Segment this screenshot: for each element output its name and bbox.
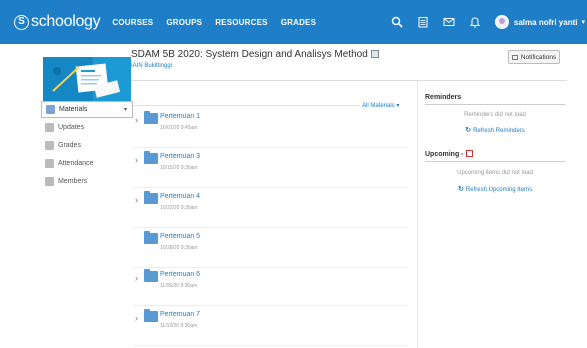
folder-item[interactable]: › Pertemuan 3 10/15/20 9:30am (133, 148, 408, 188)
user-name[interactable]: salma nofri yanti (514, 18, 578, 27)
chevron-right-icon[interactable]: › (135, 273, 138, 283)
search-icon[interactable] (391, 16, 403, 28)
folder-title[interactable]: Pertemuan 1 (160, 113, 200, 120)
chevron-down-icon[interactable]: ▾ (581, 18, 585, 26)
folder-title[interactable]: Pertemuan 3 (160, 153, 200, 160)
course-image (43, 57, 131, 101)
top-navigation-bar: S schoology COURSES GROUPS RESOURCES GRA… (0, 0, 587, 44)
left-nav-members-label: Members (58, 177, 88, 185)
folder-icon (144, 309, 158, 322)
folder-icon (144, 151, 158, 164)
upcoming-message: Upcoming items did not load (457, 170, 533, 176)
calendar-icon[interactable] (417, 16, 429, 28)
folder-title[interactable]: Pertemuan 5 (160, 233, 200, 240)
notifications-button[interactable]: Notifications (508, 50, 560, 64)
reminders-divider (425, 104, 565, 105)
notification-icon (511, 54, 518, 60)
refresh-reminders-label: Refresh Reminders (473, 128, 525, 134)
chevron-down-icon[interactable]: ▾ (124, 106, 127, 113)
folder-item[interactable]: › Pertemuan 4 10/22/20 9:30am (133, 188, 408, 228)
avatar[interactable] (494, 15, 509, 29)
nav-grades[interactable]: GRADES (281, 18, 316, 27)
upcoming-heading: Upcoming - (425, 150, 473, 158)
updates-icon (45, 122, 54, 132)
upcoming-divider (425, 161, 565, 162)
course-school-link[interactable]: IAIN Bukittinggi (131, 63, 172, 69)
folder-icon (144, 231, 158, 244)
folder-item[interactable]: › Pertemuan 7 11/12/20 9:30am (133, 306, 408, 346)
chevron-right-icon[interactable]: › (135, 313, 138, 323)
mail-icon[interactable] (443, 16, 455, 28)
grades-icon (45, 140, 54, 150)
main-nav: COURSES GROUPS RESOURCES GRADES (112, 18, 329, 27)
reminders-heading: Reminders (425, 94, 462, 101)
refresh-upcoming-link[interactable]: ↻ Refresh Upcoming Items (425, 185, 565, 193)
folder-icon (144, 269, 158, 282)
folder-date: 11/12/20 9:30am (160, 323, 198, 329)
page-title: SDAM 5B 2020: System Design and Analisys… (131, 49, 379, 60)
course-title-text: SDAM 5B 2020: System Design and Analisys… (131, 49, 368, 60)
folder-item[interactable]: › Pertemuan 1 10/01/20 9:45am (133, 108, 408, 148)
schoology-logo[interactable]: S schoology (14, 13, 101, 31)
left-nav-grades[interactable]: Grades (41, 136, 133, 154)
left-nav-materials[interactable]: Materials ▾ (41, 101, 133, 118)
folder-icon (144, 111, 158, 124)
notifications-button-label: Notifications (520, 53, 557, 61)
chevron-right-icon[interactable]: › (135, 155, 138, 165)
folder-date: 10/22/20 9:30am (160, 205, 198, 211)
header-divider (131, 80, 567, 81)
upcoming-heading-text: Upcoming - (425, 151, 464, 158)
left-nav-updates[interactable]: Updates (41, 118, 133, 136)
edit-icon[interactable] (370, 50, 379, 58)
calendar-icon[interactable] (465, 150, 473, 157)
refresh-reminders-link[interactable]: ↻ Refresh Reminders (425, 126, 565, 134)
nav-groups[interactable]: GROUPS (166, 18, 202, 27)
top-icons: salma nofri yanti ▾ (391, 0, 587, 44)
course-left-nav: Materials ▾ Updates Grades Attendance Me… (41, 101, 133, 190)
left-nav-materials-label: Materials (59, 106, 88, 113)
materials-header-line (133, 105, 359, 106)
chevron-right-icon[interactable]: › (135, 195, 138, 205)
folder-title[interactable]: Pertemuan 7 (160, 311, 200, 318)
refresh-upcoming-label: Refresh Upcoming Items (465, 187, 532, 193)
members-icon (45, 176, 54, 186)
folder-item[interactable]: › Pertemuan 6 11/05/20 9:30am (133, 266, 408, 306)
folder-item[interactable]: Pertemuan 5 10/28/20 9:30am (133, 228, 408, 268)
folder-date: 10/28/20 9:30am (160, 245, 198, 251)
left-nav-members[interactable]: Members (41, 172, 133, 190)
logo-text: schoology (31, 13, 101, 30)
bell-icon[interactable] (469, 16, 481, 28)
logo-mark-icon: S (14, 14, 29, 30)
course-illustration (43, 57, 131, 101)
folder-title[interactable]: Pertemuan 6 (160, 271, 200, 278)
column-divider (417, 81, 418, 348)
refresh-icon: ↻ (458, 186, 464, 193)
nav-resources[interactable]: RESOURCES (215, 18, 267, 27)
attendance-icon (45, 158, 54, 168)
folder-date: 10/15/20 9:30am (160, 165, 198, 171)
folder-icon (144, 191, 158, 204)
folder-date: 11/05/20 9:30am (160, 283, 198, 289)
folder-title[interactable]: Pertemuan 4 (160, 193, 200, 200)
left-nav-grades-label: Grades (58, 141, 81, 149)
chevron-right-icon[interactable]: › (135, 115, 138, 125)
reminders-message: Reminders did not load (464, 112, 526, 118)
left-nav-attendance[interactable]: Attendance (41, 154, 133, 172)
left-nav-updates-label: Updates (58, 123, 85, 131)
left-nav-attendance-label: Attendance (58, 159, 94, 167)
folder-date: 10/01/20 9:45am (160, 125, 198, 131)
refresh-icon: ↻ (465, 127, 472, 134)
nav-courses[interactable]: COURSES (112, 18, 153, 27)
materials-icon (46, 105, 55, 114)
